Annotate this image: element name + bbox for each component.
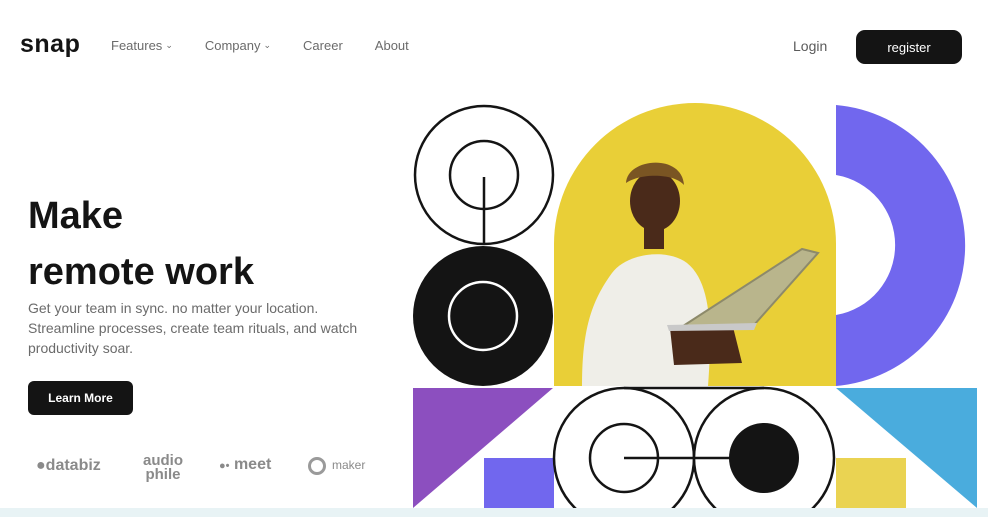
chevron-down-icon: ⌄ (165, 40, 173, 50)
client-logo-text: databiz (45, 457, 101, 474)
black-circle-ring (413, 246, 553, 386)
nav-item-label: Features (111, 38, 163, 53)
hero-title-line-2: remote work (28, 251, 254, 293)
client-logo-maker: maker (332, 458, 365, 472)
purple-square (484, 458, 554, 508)
nav-item-label: About (374, 38, 409, 53)
bottom-circles-capsule (552, 386, 836, 508)
client-logos: ●databiz audio phile ●• meet maker (36, 452, 381, 486)
client-logo-text: meet (233, 456, 272, 473)
hero-photo (554, 103, 836, 386)
client-logo-meet: ●• meet (219, 456, 271, 474)
mustard-square (836, 458, 906, 508)
client-logo-text: phile (145, 466, 181, 483)
client-logo-audiophile: audio phile (143, 453, 183, 483)
outlined-circle-ring (413, 104, 555, 246)
nav-item-about[interactable]: About (375, 38, 409, 53)
purple-half-ring (836, 105, 966, 386)
client-logo-text: maker (332, 458, 366, 472)
hero-description: Get your team in sync. no matter your lo… (28, 300, 358, 356)
meet-dots-icon: ●• (219, 460, 230, 472)
databiz-dot-icon: ● (36, 457, 46, 474)
maker-icon (308, 457, 326, 475)
hero-title: Make remote work (28, 188, 368, 300)
nav-item-label: Company (204, 38, 261, 53)
client-logo-databiz: ●databiz (36, 457, 101, 475)
hero-title-line-1: Make (28, 195, 124, 237)
nav-links: Features ⌄ Company ⌄ Career About (111, 38, 409, 53)
nav-item-career[interactable]: Career (303, 38, 343, 53)
page-bottom-strip (0, 508, 988, 517)
nav-item-company[interactable]: Company ⌄ (205, 38, 271, 53)
chevron-down-icon: ⌄ (263, 40, 272, 50)
register-button[interactable]: register (856, 30, 962, 64)
login-link[interactable]: Login (793, 38, 827, 54)
nav-item-label: Career (303, 38, 343, 53)
hero-illustration (413, 103, 977, 508)
learn-more-button[interactable]: Learn More (28, 381, 133, 415)
brand-logo[interactable]: snap (20, 30, 80, 59)
nav-item-features[interactable]: Features ⌄ (111, 38, 173, 53)
top-navigation: snap Features ⌄ Company ⌄ Career About L… (0, 0, 988, 92)
